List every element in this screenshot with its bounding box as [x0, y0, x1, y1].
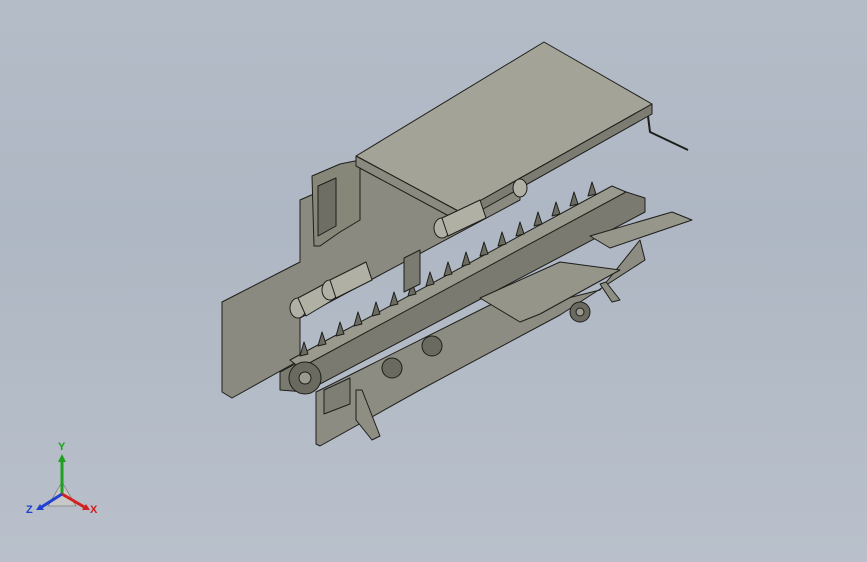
3d-model-view[interactable] [0, 0, 867, 562]
tower-cutout [317, 177, 337, 237]
triad-y-label: Y [58, 441, 66, 453]
rear-foot-bracket[interactable] [599, 281, 621, 303]
graphics-viewport[interactable]: Y X Z [0, 0, 867, 562]
handle-bar[interactable] [647, 115, 689, 151]
view-orientation-triad[interactable]: Y X Z [26, 442, 106, 524]
triad-x-label: X [90, 504, 98, 516]
upright-bracket [403, 249, 421, 293]
triad-z-label: Z [26, 504, 33, 516]
